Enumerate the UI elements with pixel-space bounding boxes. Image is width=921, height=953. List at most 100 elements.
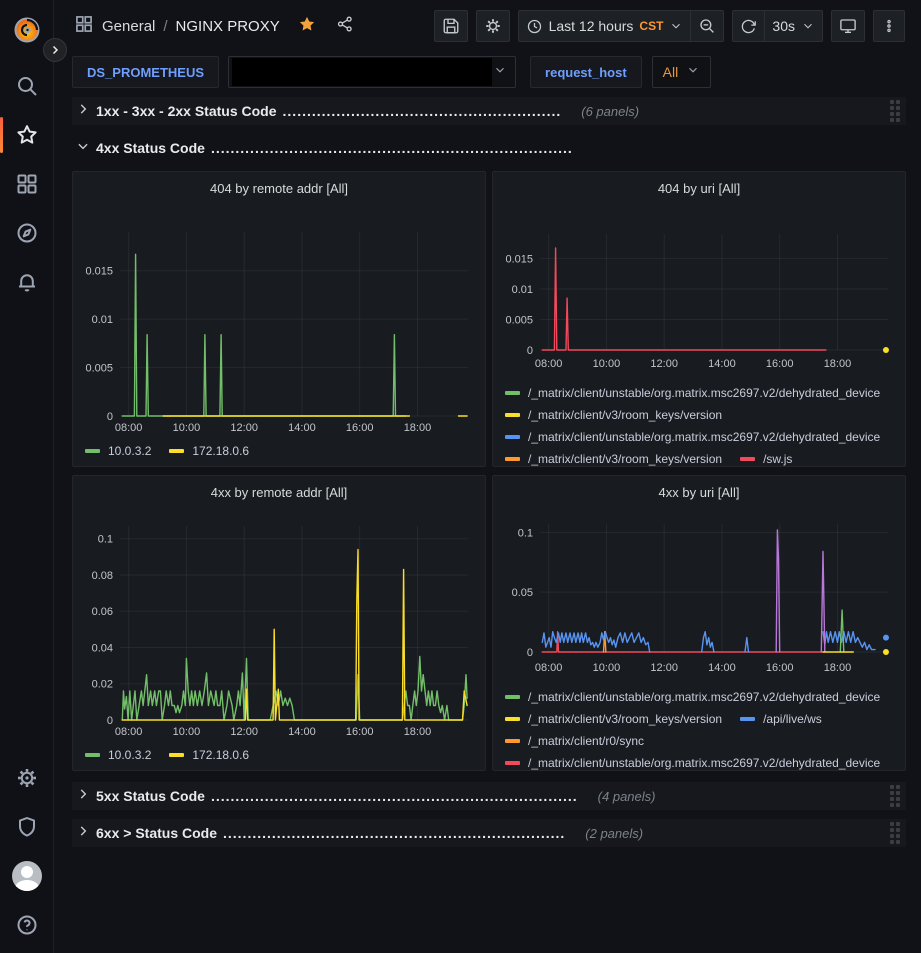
panel-404-by-remote-addr: 404 by remote addr [All] 00.0050.010.015…	[72, 171, 486, 467]
legend-label: /_matrix/client/unstable/org.matrix.msc2…	[528, 430, 880, 444]
legend-item[interactable]: /_matrix/client/v3/room_keys/version	[505, 708, 722, 730]
panel-4xx-by-uri: 4xx by uri [All] 00.050.108:0010:0012:00…	[492, 475, 906, 771]
legend-swatch	[505, 695, 520, 699]
save-icon	[442, 17, 460, 35]
svg-text:16:00: 16:00	[346, 726, 374, 738]
sidebar-item-explore[interactable]	[0, 213, 54, 253]
breadcrumb-folder[interactable]: General	[102, 18, 155, 35]
row-4xx[interactable]: 4xx Status Code ........................…	[72, 134, 906, 162]
svg-text:18:00: 18:00	[824, 358, 852, 370]
legend-item[interactable]: /api/live/ws	[740, 708, 822, 730]
gear-icon	[484, 17, 502, 35]
timeseries-chart[interactable]: 00.020.040.060.080.108:0010:0012:0014:00…	[80, 508, 478, 742]
legend-label: /_matrix/client/unstable/org.matrix.msc2…	[528, 690, 880, 704]
avatar	[12, 861, 42, 891]
svg-text:18:00: 18:00	[404, 726, 432, 738]
timeseries-chart[interactable]: 00.0050.010.01508:0010:0012:0014:0016:00…	[80, 204, 478, 438]
svg-text:0.1: 0.1	[98, 534, 113, 546]
legend-swatch	[505, 717, 520, 721]
svg-text:10:00: 10:00	[173, 422, 201, 434]
svg-text:0.01: 0.01	[92, 314, 113, 326]
legend-swatch	[169, 753, 184, 757]
svg-text:08:00: 08:00	[535, 358, 563, 370]
svg-text:14:00: 14:00	[288, 726, 316, 738]
sidebar-item-help[interactable]	[0, 905, 54, 945]
refresh-button[interactable]	[732, 10, 765, 42]
row-1xx-3xx-2xx[interactable]: 1xx - 3xx - 2xx Status Code ............…	[72, 97, 906, 125]
star-icon	[15, 123, 39, 147]
svg-text:10:00: 10:00	[173, 726, 201, 738]
search-icon	[15, 74, 39, 98]
legend-item[interactable]: /_matrix/client/unstable/org.matrix.msc2…	[505, 686, 880, 708]
legend-swatch	[169, 449, 184, 453]
legend-label: /_matrix/client/r0/sync	[528, 734, 644, 748]
sidebar-item-search[interactable]	[0, 66, 54, 106]
row-6xx[interactable]: 6xx > Status Code ......................…	[72, 819, 906, 847]
svg-text:16:00: 16:00	[766, 358, 794, 370]
cycle-view-mode-button[interactable]	[831, 10, 865, 42]
variable-value-ds-prometheus[interactable]	[228, 56, 516, 88]
panel-legend: 10.0.3.2 172.18.0.6	[73, 742, 485, 766]
legend-swatch	[85, 449, 100, 453]
variable-label-ds-prometheus: DS_PROMETHEUS	[72, 56, 219, 88]
legend-item[interactable]: 10.0.3.2	[85, 440, 151, 462]
legend-item[interactable]: /_matrix/client/v3/room_keys/version	[505, 404, 722, 426]
save-dashboard-button[interactable]	[434, 10, 468, 42]
sidebar-item-server-admin[interactable]	[0, 807, 54, 847]
row-drag-handle[interactable]	[890, 822, 900, 844]
panel-title[interactable]: 404 by remote addr [All]	[73, 174, 485, 204]
legend-item[interactable]: /_matrix/client/unstable/org.matrix.msc2…	[505, 752, 880, 770]
sidebar-item-profile[interactable]	[0, 856, 54, 896]
svg-text:0.08: 0.08	[92, 570, 113, 582]
legend-item[interactable]: /_matrix/client/v3/room_keys/version	[505, 448, 722, 466]
legend-item[interactable]: /_matrix/client/unstable/org.matrix.msc2…	[505, 426, 880, 448]
timeseries-chart[interactable]: 00.0050.010.01508:0010:0012:0014:0016:00…	[500, 204, 898, 374]
row-title: 4xx Status Code	[96, 140, 205, 156]
more-options-button[interactable]	[873, 10, 905, 42]
timeseries-chart[interactable]: 00.050.108:0010:0012:0014:0016:0018:00	[500, 508, 898, 678]
legend-item[interactable]: 10.0.3.2	[85, 744, 151, 766]
legend-item[interactable]: 172.18.0.6	[169, 744, 249, 766]
legend-label: /_matrix/client/v3/room_keys/version	[528, 452, 722, 466]
legend-label: /_matrix/client/unstable/org.matrix.msc2…	[528, 386, 880, 400]
svg-text:16:00: 16:00	[346, 422, 374, 434]
row-drag-handle[interactable]	[890, 100, 900, 122]
legend-item[interactable]: /sw.js	[740, 448, 792, 466]
panel-title[interactable]: 4xx by uri [All]	[493, 478, 905, 508]
variable-value-request-host[interactable]: All	[652, 56, 712, 88]
row-5xx[interactable]: 5xx Status Code ........................…	[72, 782, 906, 810]
zoom-out-time-button[interactable]	[691, 10, 724, 42]
svg-text:0: 0	[107, 715, 113, 727]
compass-icon	[15, 221, 39, 245]
shield-icon	[15, 815, 39, 839]
chevron-right-icon	[76, 824, 90, 843]
legend-label: /_matrix/client/v3/room_keys/version	[528, 712, 722, 726]
svg-text:12:00: 12:00	[230, 422, 258, 434]
legend-item[interactable]: /_matrix/client/unstable/org.matrix.msc2…	[505, 382, 880, 404]
gear-icon	[15, 766, 39, 790]
panel-title[interactable]: 4xx by remote addr [All]	[73, 478, 485, 508]
sidebar-expand-button[interactable]	[43, 38, 67, 62]
chevron-down-icon	[686, 63, 700, 82]
star-dashboard-button[interactable]	[298, 15, 316, 38]
share-dashboard-button[interactable]	[336, 15, 354, 38]
legend-item[interactable]: 172.18.0.6	[169, 440, 249, 462]
row-drag-handle[interactable]	[890, 785, 900, 807]
svg-text:0: 0	[527, 647, 533, 659]
svg-text:0.04: 0.04	[92, 642, 113, 654]
refresh-interval-picker[interactable]: 30s	[765, 10, 823, 42]
dashboard-settings-button[interactable]	[476, 10, 510, 42]
row-panel-count: (6 panels)	[581, 104, 639, 119]
svg-text:0.1: 0.1	[518, 527, 533, 539]
legend-swatch	[505, 391, 520, 395]
legend-label: 10.0.3.2	[108, 748, 151, 762]
time-range-picker[interactable]: Last 12 hours CST	[518, 10, 692, 42]
panel-title[interactable]: 404 by uri [All]	[493, 174, 905, 204]
sidebar-item-dashboards[interactable]	[0, 164, 54, 204]
sidebar-item-alerting[interactable]	[0, 262, 54, 302]
legend-item[interactable]: /_matrix/client/r0/sync	[505, 730, 644, 752]
sidebar-item-configuration[interactable]	[0, 758, 54, 798]
panel-404-by-uri: 404 by uri [All] 00.0050.010.01508:0010:…	[492, 171, 906, 467]
sidebar-item-starred[interactable]	[0, 115, 54, 155]
panel-4xx-by-remote-addr: 4xx by remote addr [All] 00.020.040.060.…	[72, 475, 486, 771]
